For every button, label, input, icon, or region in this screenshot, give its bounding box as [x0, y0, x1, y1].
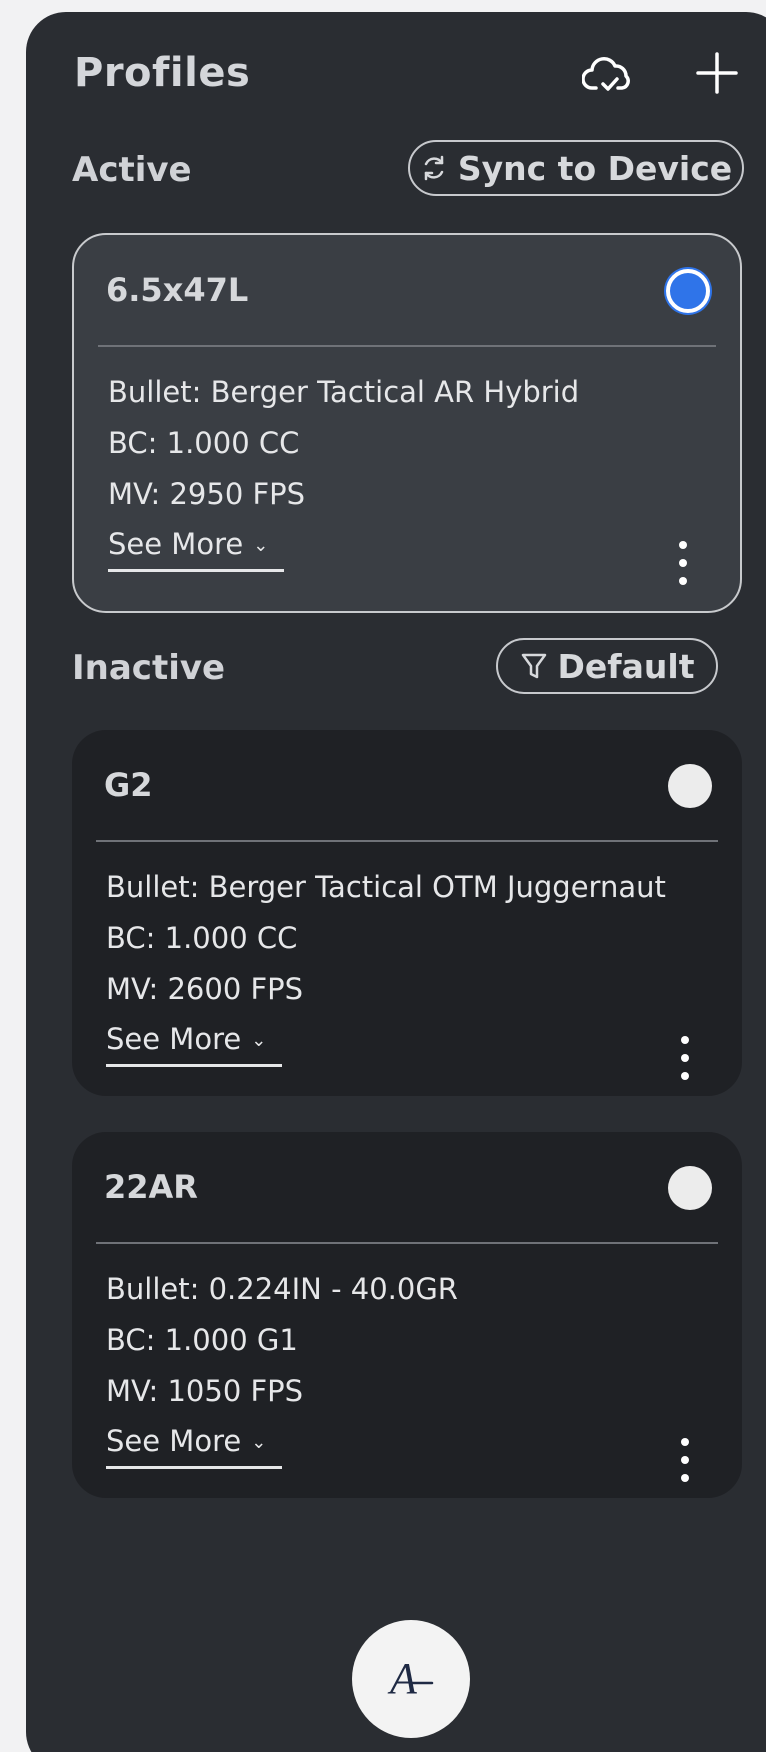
profile-radio[interactable] — [668, 764, 712, 808]
plus-icon — [696, 52, 738, 94]
see-more-label: See More — [106, 1022, 242, 1056]
profile-bc: BC: 1.000 G1 — [106, 1323, 298, 1357]
chevron-down-icon: ⌄ — [251, 1029, 267, 1051]
profile-mv: MV: 2950 FPS — [108, 477, 306, 511]
profile-mv: MV: 2600 FPS — [106, 972, 304, 1006]
brand-logo-glyph: A — [387, 1654, 418, 1703]
sync-to-device-label: Sync to Device — [457, 148, 733, 188]
more-options-icon[interactable] — [680, 1438, 690, 1482]
profile-name: G2 — [104, 766, 153, 804]
profile-name: 6.5x47L — [106, 271, 249, 309]
see-more-link[interactable]: See More ⌄ — [106, 1424, 282, 1469]
inactive-section-label: Inactive — [72, 648, 226, 688]
header: Profiles — [26, 12, 766, 132]
profile-card[interactable]: 22AR Bullet: 0.224IN - 40.0GR BC: 1.000 … — [72, 1132, 742, 1498]
profile-bullet: Bullet: Berger Tactical OTM Juggernaut — [106, 870, 666, 904]
see-more-label: See More — [108, 527, 244, 561]
brand-logo-button[interactable]: A — [352, 1620, 470, 1738]
sync-to-device-button[interactable]: Sync to Device — [408, 140, 744, 196]
page-title: Profiles — [74, 50, 251, 96]
card-divider — [96, 840, 718, 842]
see-more-link[interactable]: See More ⌄ — [106, 1022, 282, 1067]
sync-icon — [424, 155, 444, 181]
profile-radio[interactable] — [668, 1166, 712, 1210]
chevron-down-icon: ⌄ — [253, 534, 269, 556]
profile-card[interactable]: G2 Bullet: Berger Tactical OTM Juggernau… — [72, 730, 742, 1096]
cloud-sync-button[interactable] — [581, 52, 636, 98]
profile-mv: MV: 1050 FPS — [106, 1374, 304, 1408]
profile-bullet: Bullet: 0.224IN - 40.0GR — [106, 1272, 458, 1306]
see-more-label: See More — [106, 1424, 242, 1458]
active-section-label: Active — [72, 150, 192, 190]
profile-bc: BC: 1.000 CC — [108, 426, 300, 460]
profiles-screen: Profiles Active Sync to Device 6.5x47L B… — [26, 12, 766, 1752]
chevron-down-icon: ⌄ — [251, 1431, 267, 1453]
card-divider — [98, 345, 716, 347]
profile-bullet: Bullet: Berger Tactical AR Hybrid — [108, 375, 580, 409]
profile-radio-selected[interactable] — [666, 269, 710, 313]
profile-bc: BC: 1.000 CC — [106, 921, 298, 955]
filter-default-label: Default — [557, 646, 695, 686]
add-profile-button[interactable] — [694, 50, 740, 96]
brand-logo-icon: A — [387, 1654, 434, 1703]
see-more-link[interactable]: See More ⌄ — [108, 527, 284, 572]
profile-name: 22AR — [104, 1168, 198, 1206]
filter-default-button[interactable]: Default — [496, 638, 718, 694]
more-options-icon[interactable] — [678, 541, 688, 585]
cloud-check-icon — [581, 57, 630, 91]
card-divider — [96, 1242, 718, 1244]
filter-icon — [521, 653, 546, 679]
more-options-icon[interactable] — [680, 1036, 690, 1080]
profile-card-active[interactable]: 6.5x47L Bullet: Berger Tactical AR Hybri… — [72, 233, 742, 613]
